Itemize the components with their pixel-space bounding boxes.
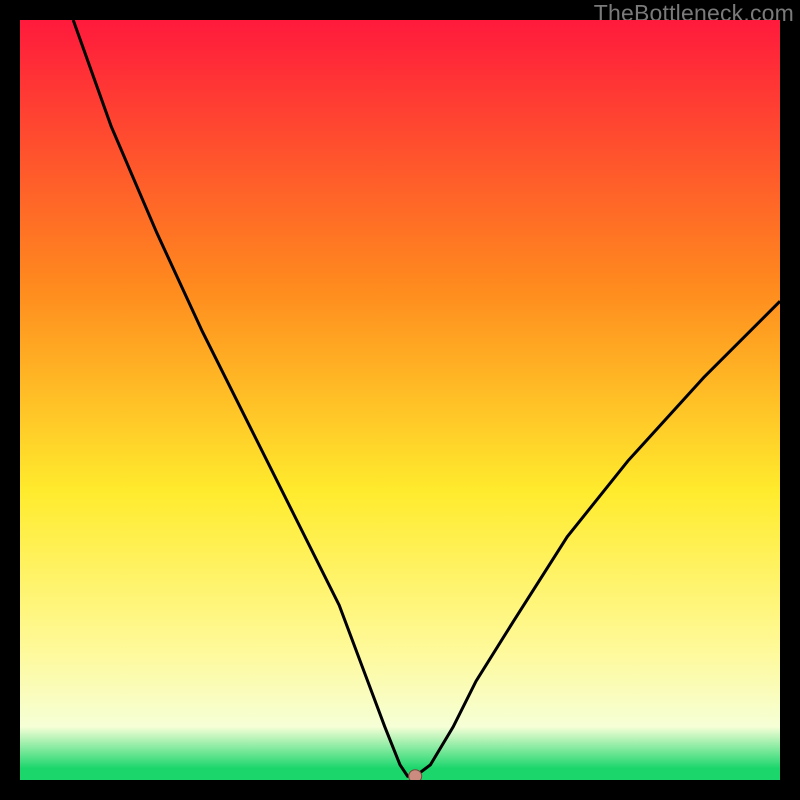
plot-svg bbox=[20, 20, 780, 780]
plot-area bbox=[20, 20, 780, 780]
gradient-background bbox=[20, 20, 780, 780]
optimum-marker bbox=[409, 770, 422, 780]
chart-frame: TheBottleneck.com bbox=[0, 0, 800, 800]
